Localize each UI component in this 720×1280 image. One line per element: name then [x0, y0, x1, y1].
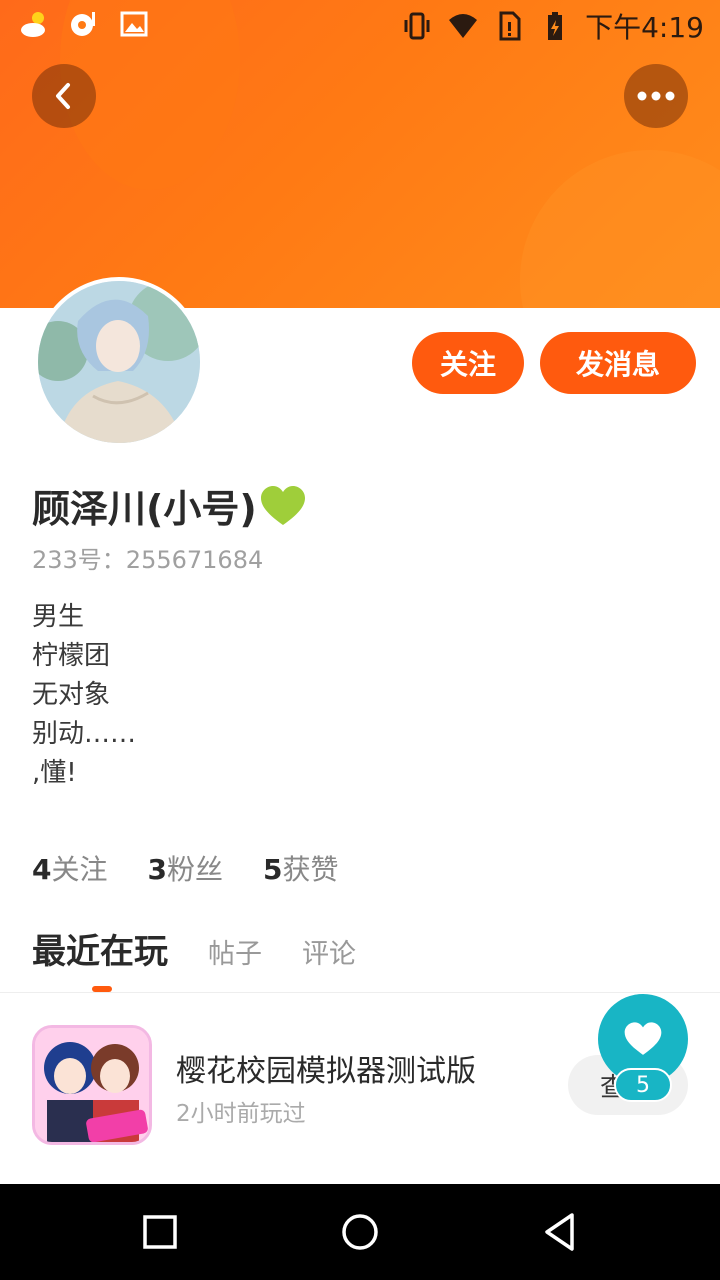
profile-name: 顾泽川(小号): [32, 487, 257, 531]
game-icon[interactable]: [32, 1025, 152, 1145]
more-button[interactable]: [624, 64, 688, 128]
game-last-played: 2小时前玩过: [176, 1101, 306, 1127]
system-nav-bar: [0, 1184, 720, 1280]
wifi-icon: [449, 14, 478, 38]
music-icon: [71, 12, 95, 36]
likes-label: 获赞: [282, 853, 339, 886]
fans-count: 3: [147, 853, 167, 886]
tab-comments[interactable]: 评论: [302, 932, 356, 971]
weather-icon: [21, 12, 45, 37]
user-id: 233号：255671684: [32, 546, 264, 574]
avatar[interactable]: [34, 277, 204, 447]
follow-button[interactable]: 关注: [412, 332, 524, 394]
fans-label: 粉丝: [166, 853, 223, 886]
tab-posts[interactable]: 帖子: [208, 932, 262, 971]
profile-bio: 男生 柠檬团 无对象 别动…… ,懂!: [32, 598, 136, 793]
bio-line: ,懂!: [32, 758, 77, 788]
likes-count: 5: [263, 853, 283, 886]
nav-back-button[interactable]: [536, 1208, 584, 1256]
image-icon: [120, 11, 148, 37]
following-count: 4: [32, 853, 52, 886]
game-title[interactable]: 樱花校园模拟器测试版: [176, 1046, 476, 1090]
profile-stats: 4关注 3粉丝 5获赞: [32, 848, 339, 888]
profile-name-row: 顾泽川(小号): [32, 478, 307, 533]
more-dots-icon: [637, 91, 675, 101]
chevron-left-icon: [56, 83, 70, 109]
back-button[interactable]: [32, 64, 96, 128]
status-time: 下午4:19: [585, 11, 704, 44]
status-bar: 下午4:19: [0, 0, 720, 50]
bio-line: 柠檬团: [32, 641, 111, 671]
stat-fans[interactable]: 3粉丝: [148, 848, 224, 888]
banner-decoration: [520, 150, 720, 308]
bio-line: 男生: [32, 602, 85, 632]
stat-likes[interactable]: 5获赞: [263, 848, 339, 888]
following-label: 关注: [51, 853, 108, 886]
bio-line: 别动……: [32, 719, 137, 749]
avatar-image: [38, 281, 200, 443]
like-count-badge: 5: [614, 1068, 672, 1102]
recent-apps-icon: [143, 1215, 177, 1249]
recent-apps-button[interactable]: [136, 1208, 184, 1256]
profile-tabs: 最近在玩 帖子 评论: [32, 924, 356, 973]
back-icon: [545, 1213, 574, 1251]
stat-following[interactable]: 4关注: [32, 848, 108, 888]
home-button[interactable]: [336, 1208, 384, 1256]
heart-icon: [624, 1022, 662, 1055]
green-heart-icon: [260, 485, 305, 525]
battery-icon: [548, 12, 563, 40]
game-cover-image: [35, 1028, 149, 1142]
home-icon: [342, 1214, 378, 1250]
tab-recently-played[interactable]: 最近在玩: [32, 924, 168, 973]
bio-line: 无对象: [32, 680, 111, 710]
sim-icon: [499, 11, 521, 41]
send-message-button[interactable]: 发消息: [540, 332, 696, 394]
divider: [0, 992, 720, 993]
vibrate-icon: [404, 12, 430, 40]
